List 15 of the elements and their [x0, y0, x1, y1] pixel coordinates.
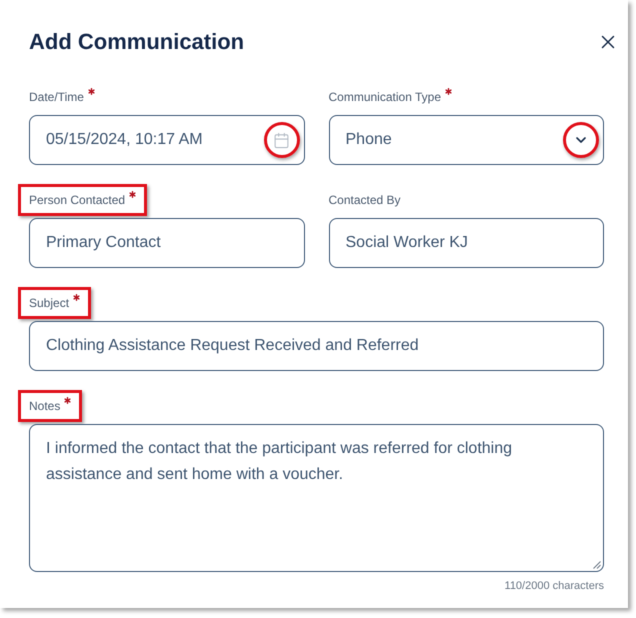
- dialog-title: Add Communication: [29, 28, 244, 56]
- text-field[interactable]: Clothing Assistance Request Received and Referred: [29, 321, 604, 371]
- text-field[interactable]: Primary Contact: [29, 218, 304, 268]
- field-label: Date/Time: [29, 89, 84, 105]
- text-field[interactable]: Social Worker KJ: [328, 218, 604, 268]
- field-label: Subject: [29, 295, 70, 311]
- notes-text-area[interactable]: I informed the contact that the participant was referred for clothing assistance and sent home with a voucher.: [29, 424, 604, 572]
- dropdown-field[interactable]: Phone: [328, 115, 604, 165]
- character-count: 110/2000 characters: [504, 579, 604, 593]
- field-label: Notes: [29, 398, 60, 414]
- field-label: Person Contacted: [29, 192, 126, 208]
- resize-handle-icon[interactable]: [593, 561, 601, 569]
- field-label: Communication Type: [328, 89, 441, 105]
- date-time-field[interactable]: 05/15/2024, 10:17 AM: [29, 115, 304, 165]
- field-label: Contacted By: [328, 192, 401, 208]
